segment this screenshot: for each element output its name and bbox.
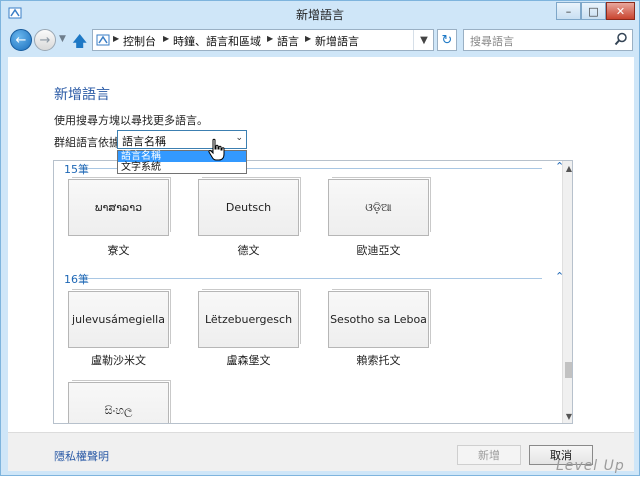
breadcrumb-add-language[interactable]: 新增語言	[315, 33, 359, 49]
breadcrumb-language[interactable]: 語言	[277, 33, 299, 49]
tile-caption: 歐迪亞文	[356, 244, 401, 257]
dialog-footer: 隱私權聲明 新增 取消	[8, 432, 634, 471]
recent-locations-chevron-icon[interactable]: ▼	[59, 34, 66, 44]
arrow-right-icon: →	[39, 32, 51, 48]
breadcrumb-clock-region[interactable]: 時鐘、語言和區域	[173, 33, 261, 49]
tile-native-name: ພາສາລາວ	[94, 201, 143, 214]
language-tile-lao[interactable]: ພາສາລາວ	[68, 179, 169, 236]
tile-native-name: ଓଡ଼ିଆ	[365, 200, 392, 214]
scroll-up-icon[interactable]: ▲	[563, 161, 572, 175]
language-tile-lule-sami[interactable]: julevusámegiella	[68, 291, 169, 348]
search-box[interactable]: 搜尋語言	[463, 29, 633, 51]
tile-native-name: සිංහල	[104, 403, 133, 417]
hand-cursor-icon	[208, 138, 225, 161]
tile-caption: 賴索托文	[356, 354, 401, 367]
main-content: 新增語言 使用搜尋方塊以尋找更多語言。 群組語言依據: 語言名稱 ⌄ 15筆 ⌃…	[8, 57, 634, 432]
group-by-dropdown-list[interactable]: 語言名稱 文字系統	[117, 150, 247, 174]
group-by-value: 語言名稱	[122, 135, 166, 148]
breadcrumb-separator-icon: ▶	[267, 34, 274, 43]
breadcrumb-separator-icon: ▶	[163, 34, 170, 43]
section-title: 16筆	[64, 273, 89, 286]
maximize-button[interactable]: □	[581, 2, 606, 20]
control-panel-icon	[96, 34, 110, 46]
add-button[interactable]: 新增	[457, 445, 521, 465]
close-button[interactable]: ✕	[606, 2, 635, 20]
breadcrumb-control-panel[interactable]: 控制台	[123, 33, 156, 49]
add-language-window: 新增語言 – □ ✕ ← → ▼ 🡅 ▶ 控制台 ▶ 時鐘、語言和區域 ▶ 語言…	[0, 0, 640, 476]
watermark-text: Level Up	[556, 458, 625, 474]
language-list[interactable]: 15筆 ⌃ ພາສາລາວ 寮文 Deutsch 德文 ଓଡ଼ିଆ 歐迪亞文 1…	[53, 160, 573, 424]
breadcrumb-separator-icon: ▶	[305, 34, 312, 43]
search-icon[interactable]	[614, 32, 628, 46]
breadcrumb-separator-icon: ▶	[113, 34, 120, 43]
up-arrow-icon[interactable]: 🡅	[72, 31, 87, 56]
window-title: 新增語言	[295, 8, 344, 22]
tile-caption: 德文	[237, 244, 260, 257]
minimize-button[interactable]: –	[556, 2, 581, 20]
section-divider	[87, 278, 542, 279]
language-tile-odia[interactable]: ଓଡ଼ିଆ	[328, 179, 429, 236]
title-bar[interactable]: 新增語言 – □ ✕	[1, 1, 639, 25]
dropdown-option-script[interactable]: 文字系統	[118, 162, 246, 173]
search-placeholder: 搜尋語言	[470, 35, 514, 48]
privacy-statement-link[interactable]: 隱私權聲明	[54, 448, 109, 464]
tile-caption: 盧森堡文	[226, 354, 271, 367]
language-tile-luxembourgish[interactable]: Lëtzebuergesch	[198, 291, 299, 348]
scrollbar-thumb[interactable]	[565, 362, 572, 378]
address-bar[interactable]: ▶ 控制台 ▶ 時鐘、語言和區域 ▶ 語言 ▶ 新增語言 ▼	[92, 29, 434, 51]
language-tile-german[interactable]: Deutsch	[198, 179, 299, 236]
vertical-scrollbar[interactable]: ▲ ▼	[562, 161, 572, 423]
page-description: 使用搜尋方塊以尋找更多語言。	[54, 114, 208, 127]
tile-native-name: Lëtzebuergesch	[204, 313, 293, 326]
section-title: 15筆	[64, 163, 89, 176]
address-dropdown-chevron-icon[interactable]: ▼	[413, 30, 434, 50]
language-tile-sesotho[interactable]: Sesotho sa Leboa	[328, 291, 429, 348]
language-tile-sinhala[interactable]: සිංහල	[68, 382, 169, 423]
tile-native-name: Sesotho sa Leboa	[330, 313, 427, 326]
page-title: 新增語言	[54, 87, 110, 103]
arrow-left-icon: ←	[15, 32, 27, 48]
scroll-down-icon[interactable]: ▼	[563, 409, 572, 423]
tile-caption: 盧勒沙米文	[91, 354, 146, 367]
refresh-icon: ↻	[441, 32, 453, 48]
tile-native-name: julevusámegiella	[72, 313, 165, 326]
tile-native-name: Deutsch	[225, 201, 272, 214]
tile-caption: 寮文	[107, 244, 130, 257]
back-button[interactable]: ←	[10, 29, 32, 51]
forward-button[interactable]: →	[34, 29, 56, 51]
chevron-down-icon: ⌄	[235, 133, 243, 143]
refresh-button[interactable]: ↻	[437, 29, 457, 51]
group-by-select[interactable]: 語言名稱 ⌄	[117, 130, 247, 149]
group-by-label: 群組語言依據:	[54, 136, 124, 149]
navigation-bar: ← → ▼ 🡅 ▶ 控制台 ▶ 時鐘、語言和區域 ▶ 語言 ▶ 新增語言 ▼ ↻…	[7, 28, 633, 54]
